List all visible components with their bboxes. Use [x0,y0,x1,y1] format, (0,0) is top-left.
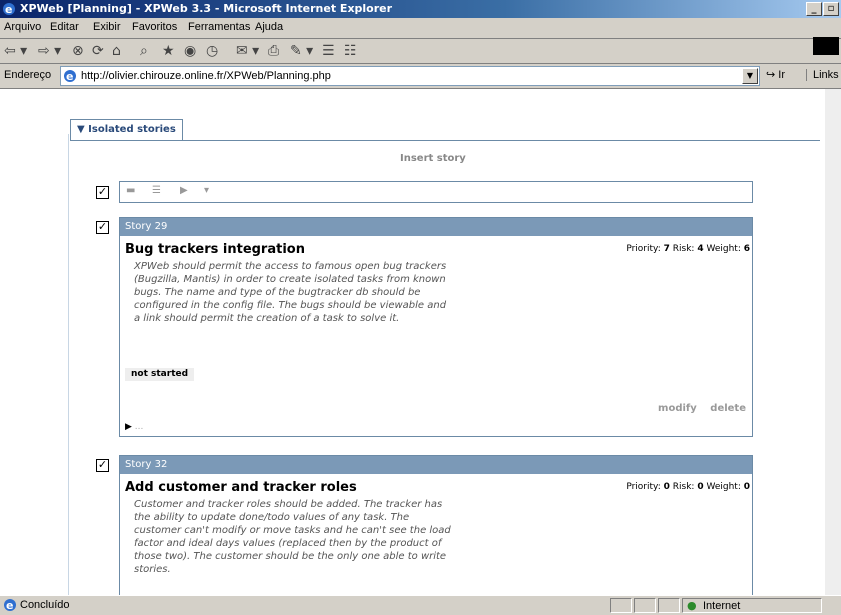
window-titlebar: e XPWeb [Planning] - XPWeb 3.3 - Microso… [0,0,841,18]
mail-icon[interactable]: ✉ ▾ [236,42,259,60]
weight-label: Weight: [706,244,741,254]
messenger-icon[interactable]: ☷ [344,42,357,60]
expand-arrow-icon: ▶ [125,422,132,432]
go-label: Ir [778,69,786,81]
history-icon[interactable]: ◷ [206,42,218,60]
address-input[interactable]: e http://olivier.chirouze.online.fr/XPWe… [60,66,760,86]
risk-value: 4 [697,244,704,254]
svg-text:e: e [6,599,13,612]
forward-icon[interactable]: ⇨ ▾ [38,42,61,60]
new-story-checkbox[interactable]: ✓ [96,186,109,199]
status-pane [610,598,632,613]
ie-status-icon: e [4,599,16,612]
expand-icon[interactable]: ☰ [152,185,161,196]
menu-ajuda[interactable]: Ajuda [255,21,283,33]
story-metrics: Priority: 0 Risk: 0 Weight: 0 [626,482,750,492]
menu-ferramentas[interactable]: Ferramentas [188,21,250,33]
priority-value: 0 [663,482,670,492]
story-description: Customer and tracker roles should be add… [134,499,451,575]
story-id: Story 29 [120,218,752,236]
favorites-icon[interactable]: ★ [162,42,175,60]
toolbar: ⇦ ▾ ⇨ ▾ ⊗ ⟳ ⌂ ⌕ ★ ◉ ◷ ✉ ▾ ⎙ ✎ ▾ ☰ ☷ [0,39,841,64]
story-title: Bug trackers integration [125,242,305,257]
refresh-icon[interactable]: ⟳ [92,42,104,60]
priority-label: Priority: [626,482,661,492]
menu-favoritos[interactable]: Favoritos [132,21,177,33]
links-button[interactable]: Links [806,69,839,81]
menu-arquivo[interactable]: Arquivo [4,21,41,33]
section-tab-bar: ▼ Isolated stories [70,119,820,141]
edit-icon[interactable]: ✎ ▾ [290,42,313,60]
back-icon[interactable]: ⇦ ▾ [4,42,27,60]
maximize-button[interactable]: ▫ [823,2,839,16]
risk-label: Risk: [672,244,695,254]
new-story-toolbar: ▬ ☰ ▶ ▾ [119,181,753,203]
collapse-icon[interactable]: ▬ [126,185,135,196]
address-bar: Endereço e http://olivier.chirouze.onlin… [0,64,841,89]
menu-exibir[interactable]: Exibir [93,21,121,33]
isolated-stories-tab[interactable]: ▼ Isolated stories [70,119,183,140]
minimize-button[interactable]: _ [806,2,822,16]
print-icon[interactable]: ⎙ [268,42,279,60]
address-label: Endereço [4,69,52,81]
story-checkbox[interactable]: ✓ [96,459,109,472]
story-metrics: Priority: 7 Risk: 4 Weight: 6 [626,244,750,254]
page-content: ▼ Isolated stories Insert story ✓ ▬ ☰ ▶ … [0,89,825,595]
menu-editar[interactable]: Editar [50,21,79,33]
story-card: Story 29 Bug trackers integration Priori… [119,217,753,437]
insert-story-link[interactable]: Insert story [400,153,466,164]
go-arrow-icon: ↪ [766,69,776,81]
ie-page-icon: e [64,70,76,83]
risk-value: 0 [697,482,704,492]
media-icon[interactable]: ◉ [184,42,196,60]
go-button[interactable]: ↪ Ir [766,68,785,81]
address-dropdown-icon[interactable]: ▼ [742,68,758,84]
address-url: http://olivier.chirouze.online.fr/XPWeb/… [81,70,331,82]
globe-icon: ● [687,599,697,612]
story-expand-toggle[interactable]: ▶ ... [125,422,143,432]
modify-link[interactable]: modify [658,403,697,414]
delete-link[interactable]: delete [710,403,746,414]
story-checkbox[interactable]: ✓ [96,221,109,234]
story-description: XPWeb should permit the access to famous… [134,261,447,324]
menu-bar: Arquivo Editar Exibir Favoritos Ferramen… [0,18,841,55]
search-icon[interactable]: ⌕ [140,42,148,60]
status-pane [634,598,656,613]
story-id: Story 32 [120,456,752,474]
svg-text:e: e [5,3,12,16]
home-icon[interactable]: ⌂ [112,42,121,60]
risk-label: Risk: [672,482,695,492]
section-rule [68,134,69,595]
priority-value: 7 [663,244,670,254]
dropdown-icon[interactable]: ▾ [204,185,209,196]
stop-icon[interactable]: ⊗ [72,42,84,60]
weight-label: Weight: [706,482,741,492]
ie-app-icon: e [3,3,15,16]
discuss-icon[interactable]: ☰ [322,42,335,60]
status-bar: e Concluído ● Internet [0,595,841,615]
story-card: Story 32 Add customer and tracker roles … [119,455,753,595]
weight-value: 6 [743,244,750,254]
zone-label: Internet [703,600,741,612]
status-text: Concluído [20,599,70,611]
status-pane [658,598,680,613]
story-actions: modify delete [648,403,746,414]
vertical-scrollbar[interactable] [825,89,841,595]
story-title: Add customer and tracker roles [125,480,357,495]
zone-pane: ● Internet [682,598,822,613]
story-state-badge: not started [125,368,195,381]
window-title: XPWeb [Planning] - XPWeb 3.3 - Microsoft… [20,2,393,15]
weight-value: 0 [743,482,750,492]
expand-ellipsis: ... [134,422,144,432]
svg-text:e: e [66,70,73,83]
play-icon[interactable]: ▶ [180,185,188,196]
priority-label: Priority: [626,244,661,254]
